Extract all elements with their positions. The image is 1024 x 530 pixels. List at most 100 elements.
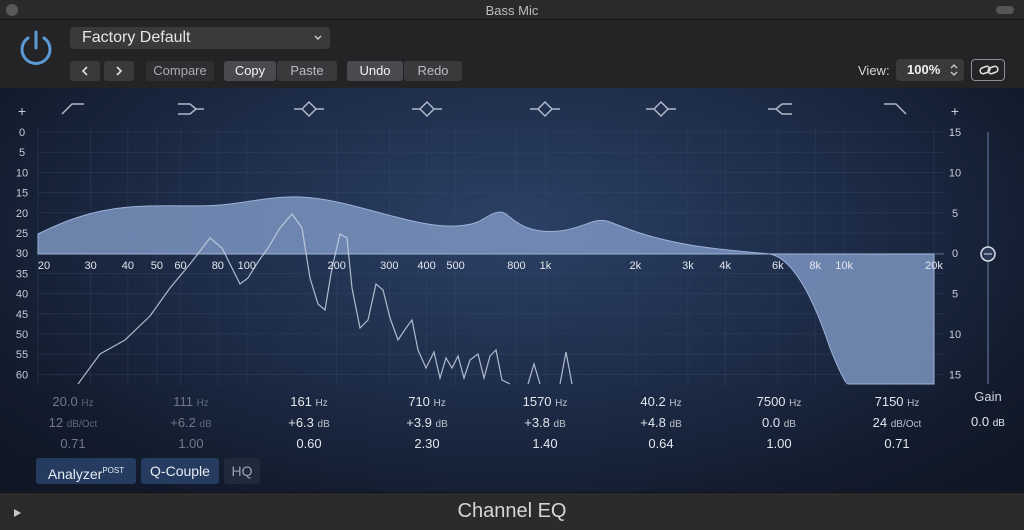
frequency-label: 10k	[835, 260, 853, 272]
copy-button[interactable]: Copy	[224, 61, 276, 81]
band-4-q[interactable]: 2.30	[377, 436, 477, 451]
link-button[interactable]	[971, 59, 1005, 81]
peak-band-4-icon[interactable]	[646, 100, 676, 118]
band-5-frequency[interactable]: 1570 Hz	[495, 394, 595, 409]
gain-scale-label: 5	[952, 208, 958, 220]
link-icon	[979, 65, 999, 75]
undo-button[interactable]: Undo	[347, 61, 403, 81]
band-2-frequency[interactable]: 111 Hz	[141, 394, 241, 409]
band-2-gain[interactable]: +6.2 dB	[141, 415, 241, 430]
output-gain-value[interactable]: 0.0 dB	[960, 414, 1016, 429]
band-8-gain[interactable]: 24 dB/Oct	[847, 415, 947, 430]
chevron-left-icon	[81, 66, 88, 76]
output-gain-number: 0.0	[971, 414, 990, 429]
frequency-label: 800	[507, 260, 525, 272]
band-1-q[interactable]: 0.71	[23, 436, 123, 451]
low-shelf-icon[interactable]	[178, 103, 204, 115]
analyzer-scale-label: 10	[16, 167, 28, 179]
frequency-value: 40.2	[640, 394, 666, 409]
analyzer-button[interactable]: AnalyzerPOST	[36, 458, 136, 484]
frequency-unit: Hz	[907, 398, 920, 409]
gain-unit: dB/Oct	[890, 419, 922, 430]
frequency-unit: Hz	[196, 398, 209, 409]
low-cut-icon[interactable]	[61, 103, 84, 115]
band-4-frequency[interactable]: 710 Hz	[377, 394, 477, 409]
analyzer-scale-label: 15	[16, 188, 28, 200]
hide-toolbar-button[interactable]	[996, 6, 1014, 14]
add-band-left-icon[interactable]: +	[18, 103, 26, 119]
band-5-q[interactable]: 1.40	[495, 436, 595, 451]
plugin-footer: Channel EQ	[0, 492, 1024, 530]
frequency-unit: Hz	[555, 398, 568, 409]
output-gain-label: Gain	[974, 389, 1002, 404]
band-5-gain[interactable]: +3.8 dB	[495, 415, 595, 430]
frequency-value: 1570	[522, 394, 552, 409]
q-couple-button[interactable]: Q-Couple	[141, 458, 219, 484]
band-2-q[interactable]: 1.00	[141, 436, 241, 451]
add-band-right-icon[interactable]: +	[951, 103, 959, 119]
view-zoom-select[interactable]: 100%	[896, 59, 964, 81]
band-7-frequency[interactable]: 7500 Hz	[729, 394, 829, 409]
frequency-label: 500	[446, 260, 464, 272]
peak-band-3-icon[interactable]	[530, 100, 560, 118]
band-8-frequency[interactable]: 7150 Hz	[847, 394, 947, 409]
band-6-gain[interactable]: +4.8 dB	[611, 415, 711, 430]
gain-unit: dB	[553, 419, 566, 430]
gain-value: +4.8	[640, 415, 666, 430]
previous-preset-button[interactable]	[70, 61, 100, 81]
analyzer-scale-label: 45	[16, 309, 28, 321]
preset-name: Factory Default	[82, 29, 191, 46]
analyzer-label: Analyzer	[47, 466, 103, 482]
band-6-frequency[interactable]: 40.2 Hz	[611, 394, 711, 409]
analyzer-scale-label: 35	[16, 268, 28, 280]
view-label: View:	[858, 63, 890, 78]
frequency-label: 100	[238, 260, 256, 272]
peak-band-2-icon[interactable]	[412, 100, 442, 118]
next-preset-button[interactable]	[104, 61, 134, 81]
band-7-gain[interactable]: 0.0 dB	[729, 415, 829, 430]
band-1-frequency[interactable]: 20.0 Hz	[23, 394, 123, 409]
gain-unit: dB	[669, 419, 682, 430]
eq-curve[interactable]	[37, 196, 935, 385]
preset-dropdown[interactable]: Factory Default	[70, 27, 330, 49]
power-button[interactable]	[16, 28, 56, 68]
band-3-gain[interactable]: +6.3 dB	[259, 415, 359, 430]
gain-scale-label: 15	[949, 127, 961, 139]
frequency-label: 4k	[719, 260, 731, 272]
band-6-q[interactable]: 0.64	[611, 436, 711, 451]
frequency-label: 20k	[925, 260, 943, 272]
high-cut-icon[interactable]	[884, 103, 907, 115]
q-value: 0.64	[648, 436, 674, 451]
band-8-q[interactable]: 0.71	[847, 436, 947, 451]
analyzer-scale-label: 25	[16, 228, 28, 240]
q-value: 2.30	[414, 436, 440, 451]
gain-scale-label: 15	[949, 369, 961, 381]
gain-value: +6.3	[288, 415, 314, 430]
frequency-label: 80	[212, 260, 224, 272]
frequency-unit: Hz	[789, 398, 802, 409]
frequency-value: 710	[408, 394, 430, 409]
frequency-value: 20.0	[52, 394, 78, 409]
frequency-value: 7500	[756, 394, 786, 409]
redo-button[interactable]: Redo	[404, 61, 462, 81]
eq-graph[interactable]: 20 30 40 50 60 80 100 200 300 400 500 800 1k 2k 3k 4k 6k…	[0, 88, 1024, 492]
band-3-frequency[interactable]: 161 Hz	[259, 394, 359, 409]
plugin-header: Factory Default Compare Copy Paste Undo …	[0, 20, 1024, 88]
band-1-gain[interactable]: 12 dB/Oct	[23, 415, 123, 430]
band-3-q[interactable]: 0.60	[259, 436, 359, 451]
gain-value: 0.0	[762, 415, 781, 430]
gain-value: +3.8	[524, 415, 550, 430]
paste-button[interactable]: Paste	[277, 61, 337, 81]
eq-display[interactable]: 20 30 40 50 60 80 100 200 300 400 500 800 1k 2k 3k 4k 6k…	[0, 88, 1024, 492]
high-shelf-icon[interactable]	[768, 103, 792, 115]
band-7-q[interactable]: 1.00	[729, 436, 829, 451]
peak-band-1-icon[interactable]	[294, 100, 324, 118]
frequency-value: 161	[290, 394, 312, 409]
band-4-gain[interactable]: +3.9 dB	[377, 415, 477, 430]
compare-button[interactable]: Compare	[146, 61, 214, 81]
frequency-unit: Hz	[81, 398, 94, 409]
frequency-unit: Hz	[433, 398, 446, 409]
plugin-name: Channel EQ	[457, 500, 567, 522]
hq-button[interactable]: HQ	[224, 458, 260, 484]
q-value: 0.71	[884, 436, 910, 451]
